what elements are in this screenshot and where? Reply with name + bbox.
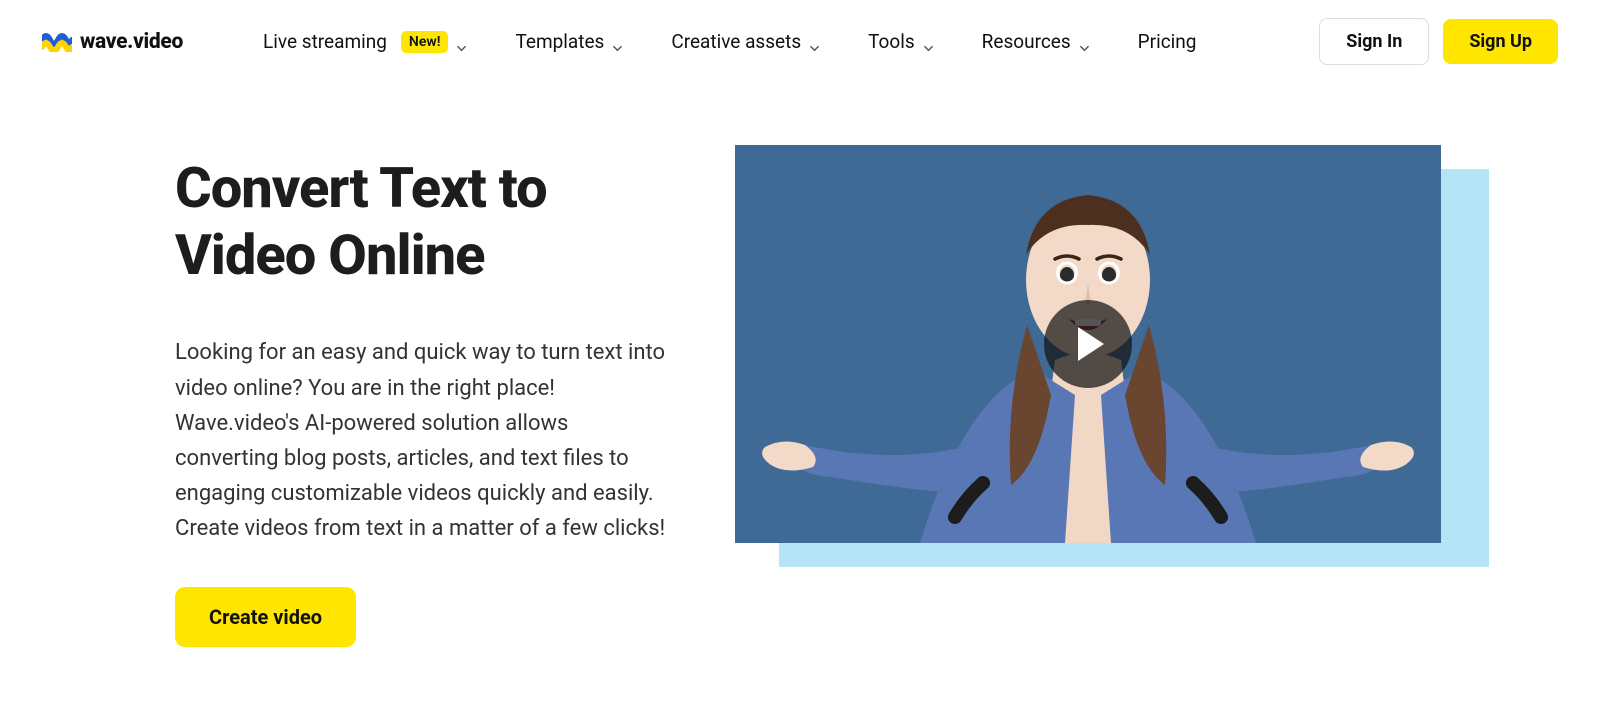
- hero-description: Looking for an easy and quick way to tur…: [175, 335, 675, 546]
- logo[interactable]: wave.video: [42, 30, 183, 54]
- chevron-down-icon: [612, 36, 623, 47]
- nav-resources[interactable]: Resources: [982, 30, 1090, 53]
- wave-logo-icon: [42, 32, 72, 52]
- main-nav: Live streaming New! Templates Creative a…: [263, 30, 1279, 53]
- nav-creative-assets[interactable]: Creative assets: [671, 30, 820, 53]
- hero-video-container: [735, 145, 1465, 565]
- nav-label: Live streaming: [263, 30, 387, 53]
- sign-in-button[interactable]: Sign In: [1319, 18, 1429, 65]
- nav-tools[interactable]: Tools: [868, 30, 934, 53]
- chevron-down-icon: [456, 36, 467, 47]
- nav-pricing[interactable]: Pricing: [1138, 30, 1197, 53]
- nav-live-streaming[interactable]: Live streaming New!: [263, 30, 467, 53]
- nav-label: Tools: [868, 30, 915, 53]
- header: wave.video Live streaming New! Templates…: [0, 0, 1600, 83]
- nav-label: Pricing: [1138, 30, 1197, 53]
- nav-label: Templates: [515, 30, 604, 53]
- play-button[interactable]: [1044, 300, 1132, 388]
- sign-up-button[interactable]: Sign Up: [1443, 19, 1558, 64]
- logo-text: wave.video: [80, 30, 183, 54]
- nav-templates[interactable]: Templates: [515, 30, 623, 53]
- hero-section: Convert Text to Video Online Looking for…: [0, 83, 1600, 647]
- create-video-button[interactable]: Create video: [175, 587, 356, 647]
- nav-label: Creative assets: [671, 30, 801, 53]
- chevron-down-icon: [923, 36, 934, 47]
- hero-title: Convert Text to Video Online: [175, 155, 675, 289]
- auth-buttons: Sign In Sign Up: [1319, 18, 1558, 65]
- nav-label: Resources: [982, 30, 1071, 53]
- play-icon: [1078, 327, 1104, 361]
- chevron-down-icon: [809, 36, 820, 47]
- new-badge: New!: [401, 31, 449, 53]
- chevron-down-icon: [1079, 36, 1090, 47]
- video-thumbnail[interactable]: [735, 145, 1441, 543]
- hero-text: Convert Text to Video Online Looking for…: [175, 145, 675, 647]
